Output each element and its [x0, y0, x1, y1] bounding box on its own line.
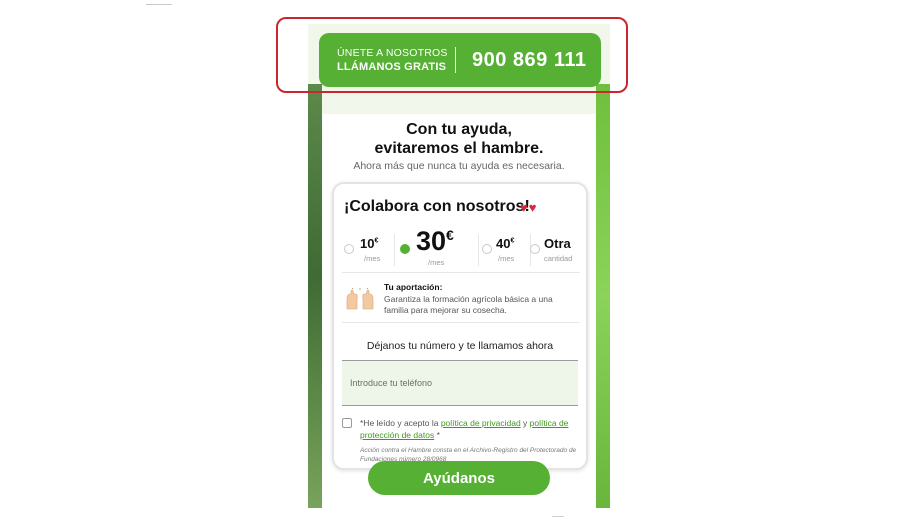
contribution-title: Tu aportación: [384, 282, 443, 292]
raised-hands-icon [346, 288, 374, 310]
subtitle: Ahora más que nunca tu ayuda es necesari… [353, 160, 565, 172]
amount-value-other: Otra [544, 236, 571, 251]
amount-unit-30: /mes [428, 258, 445, 267]
donation-card: ¡Colabora con nosotros! ♥♥ 10€ /mes 30€ … [332, 182, 588, 470]
corner-mark [146, 4, 172, 5]
amount-value-10: 10€ [360, 236, 379, 251]
amount-separator [394, 234, 395, 266]
amount-option-10[interactable]: 10€ /mes [342, 230, 394, 270]
bottom-mark [552, 516, 564, 517]
amount-value-40: 40€ [496, 236, 515, 251]
amount-separator [478, 234, 479, 266]
amount-radio-10[interactable] [344, 244, 354, 254]
headline-line-2: evitaremos el hambre. [374, 140, 544, 157]
amount-unit-10: /mes [364, 254, 381, 263]
divider [342, 322, 580, 323]
divider [342, 272, 580, 273]
amount-radio-30[interactable] [400, 244, 410, 254]
card-title: ¡Colabora con nosotros! [344, 198, 530, 215]
help-button[interactable]: Ayúdanos [368, 461, 550, 495]
amount-radio-40[interactable] [482, 244, 492, 254]
donation-page: Con tu ayuda, evitaremos el hambre. Ahor… [308, 24, 610, 508]
amount-unit-other: cantidad [544, 254, 573, 263]
amount-radio-other[interactable] [530, 244, 540, 254]
contribution-text: Garantiza la formación agrícola básica a… [384, 294, 553, 315]
hearts-icon: ♥♥ [520, 200, 538, 215]
page-content: Con tu ayuda, evitaremos el hambre. Ahor… [308, 84, 610, 508]
phone-input[interactable] [342, 360, 578, 406]
amount-value-30: 30€ [416, 226, 454, 256]
consent-checkbox[interactable] [342, 418, 352, 428]
headline: Con tu ayuda, evitaremos el hambre. [308, 120, 610, 158]
amount-option-40[interactable]: 40€ /mes [480, 230, 530, 270]
amount-option-other[interactable]: Otra cantidad [530, 230, 584, 270]
phone-prompt: Déjanos tu número y te llamamos ahora [366, 340, 554, 352]
amount-option-30[interactable]: 30€ /mes [396, 226, 478, 270]
amount-options: 10€ /mes 30€ /mes 40€ /mes Otra cantidad [342, 226, 584, 270]
headline-line-1: Con tu ayuda, [406, 121, 512, 138]
highlight-box [276, 17, 628, 93]
amount-unit-40: /mes [498, 254, 515, 263]
consent-text: *He leído y acepto la política de privac… [360, 418, 569, 440]
privacy-policy-link[interactable]: política de privacidad [441, 418, 521, 428]
